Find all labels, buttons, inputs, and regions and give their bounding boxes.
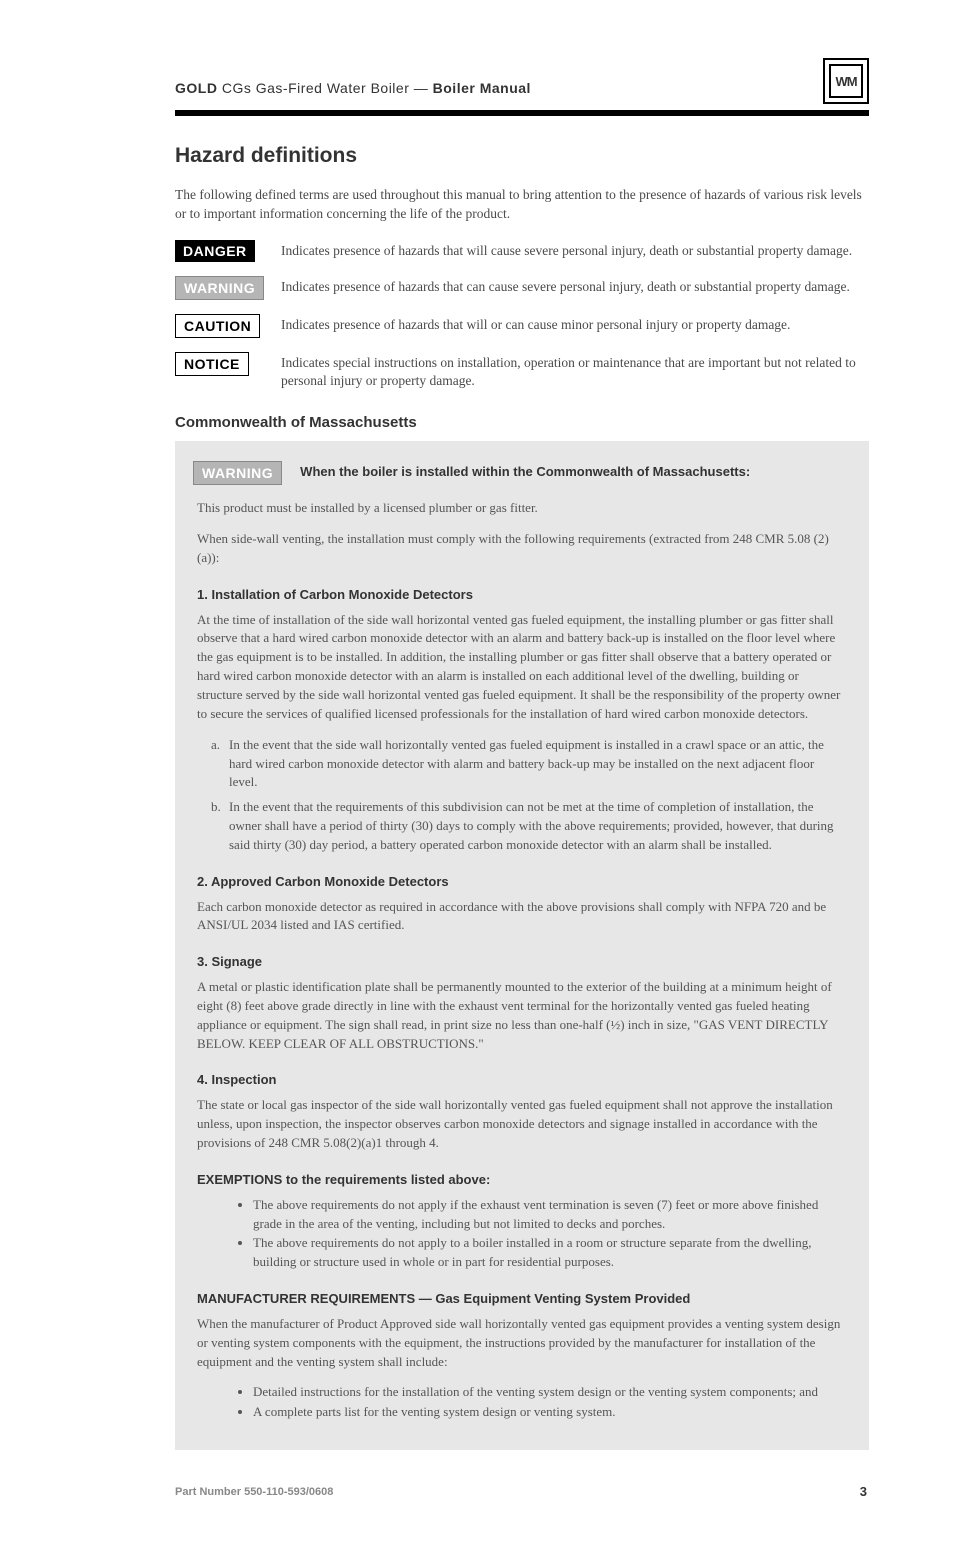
exemptions-list: The above requirements do not apply if t… [197,1196,843,1272]
sec4-body: The state or local gas inspector of the … [197,1096,843,1153]
hazard-definitions: DANGER Indicates presence of hazards tha… [175,240,869,390]
sec1-a: In the event that the side wall horizont… [229,736,843,793]
doc-title: Boiler Manual [433,80,531,96]
manuf-item-2: A complete parts list for the venting sy… [253,1403,843,1422]
exempt-item-2: The above requirements do not apply to a… [253,1234,843,1272]
intro-paragraph: The following defined terms are used thr… [175,186,869,224]
hazard-row-caution: CAUTION Indicates presence of hazards th… [175,314,869,338]
product-title: CGs Gas-Fired Water Boiler — [222,80,433,96]
hazard-row-warning: WARNING Indicates presence of hazards th… [175,276,869,300]
panel-p2: When side-wall venting, the installation… [197,530,843,568]
exempt-item-1: The above requirements do not apply if t… [253,1196,843,1234]
danger-label: DANGER [175,240,255,262]
sec2-body: Each carbon monoxide detector as require… [197,898,843,936]
brand-logo: WM [823,58,869,104]
exemptions-title: EXEMPTIONS to the requirements listed ab… [197,1171,843,1190]
manuf-item-1: Detailed instructions for the installati… [253,1383,843,1402]
manuf-title: MANUFACTURER REQUIREMENTS — Gas Equipmen… [197,1290,843,1309]
sec2-title: 2. Approved Carbon Monoxide Detectors [197,873,843,892]
hazard-row-notice: NOTICE Indicates special instructions on… [175,352,869,390]
warning-text: Indicates presence of hazards that can c… [281,276,869,296]
sec1-lead: At the time of installation of the side … [197,611,843,724]
manuf-list: Detailed instructions for the installati… [197,1383,843,1422]
document-header: GOLD CGs Gas-Fired Water Boiler — Boiler… [175,60,869,96]
manuf-body: When the manufacturer of Product Approve… [197,1315,843,1372]
danger-text: Indicates presence of hazards that will … [281,240,869,260]
caution-text: Indicates presence of hazards that will … [281,314,869,334]
warning-label: WARNING [175,276,264,300]
panel-warning-label: WARNING [193,461,282,485]
sec3-body: A metal or plastic identification plate … [197,978,843,1053]
sec1-title: 1. Installation of Carbon Monoxide Detec… [197,586,843,605]
sec4-title: 4. Inspection [197,1071,843,1090]
panel-heading-text: When the boiler is installed within the … [300,461,750,479]
notice-text: Indicates special instructions on instal… [281,352,869,390]
panel-p1: This product must be installed by a lice… [197,499,843,518]
sec3-title: 3. Signage [197,953,843,972]
commonwealth-panel: WARNING When the boiler is installed wit… [175,441,869,1450]
commonwealth-title: Commonwealth of Massachusetts [175,414,869,431]
notice-label: NOTICE [175,352,249,376]
caution-label: CAUTION [175,314,260,338]
header-divider [175,110,869,116]
section-title: Hazard definitions [175,144,869,168]
brand-logo-text: WM [829,64,863,98]
hazard-row-danger: DANGER Indicates presence of hazards tha… [175,240,869,262]
sec1-b: In the event that the requirements of th… [229,798,843,855]
product-brand: GOLD [175,80,217,96]
